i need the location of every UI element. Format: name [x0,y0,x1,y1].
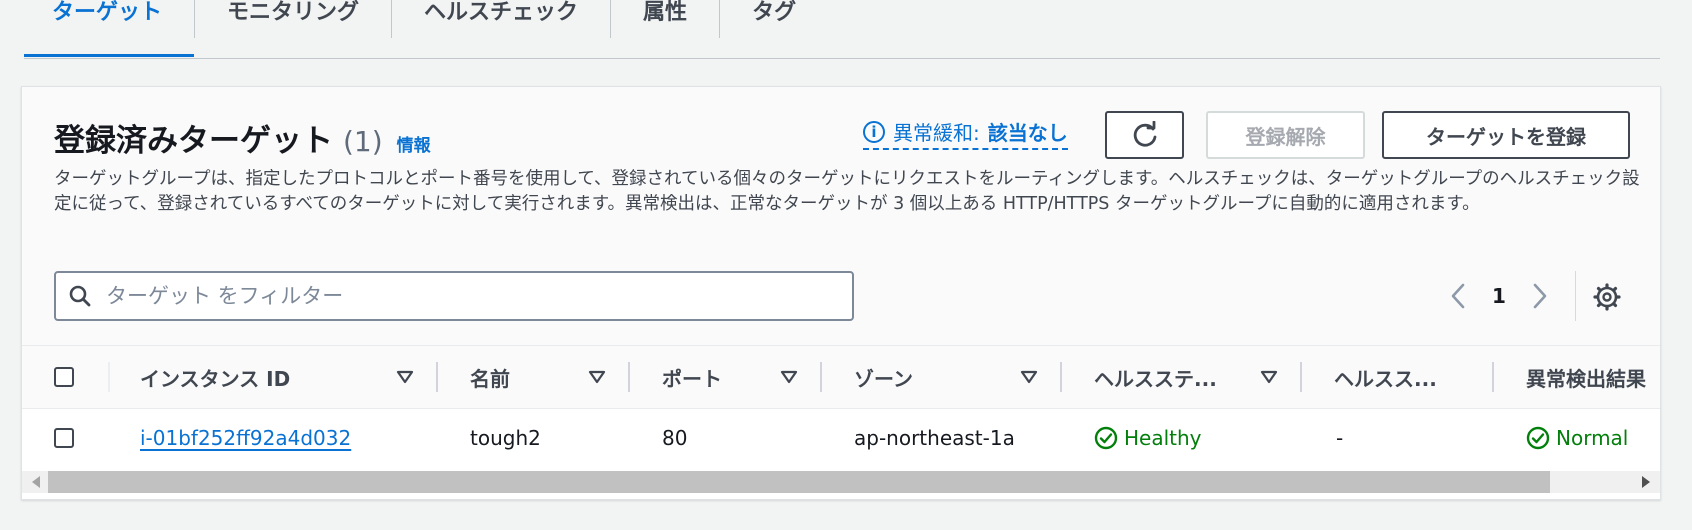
scroll-left-arrow-icon[interactable] [32,476,40,488]
health-status-text: Healthy [1124,426,1202,450]
refresh-icon [1133,121,1156,147]
tab-attributes[interactable]: 属性 [611,0,719,56]
target-count: (1) [343,125,383,158]
anomaly-result-cell: Normal [1526,409,1628,467]
column-divider[interactable] [820,362,822,392]
refresh-button[interactable] [1105,111,1184,159]
column-header-instance-id[interactable]: インスタンス ID [140,346,290,408]
health-status: Healthy [1094,426,1202,450]
sort-caret-icon[interactable] [588,368,606,386]
targets-table: インスタンス ID 名前 ポート ゾーン ヘルスステ... ヘルスス... 異常… [22,345,1660,467]
table-preferences-button[interactable] [1592,282,1622,312]
zone-cell: ap-northeast-1a [854,426,1015,450]
sort-caret-icon[interactable] [1020,368,1038,386]
panel-header: 登録済みターゲット (1) 情報 [54,115,431,160]
pagination: 1 [1442,271,1556,321]
register-targets-button[interactable]: ターゲットを登録 [1382,111,1630,159]
horizontal-scrollbar[interactable] [22,465,1660,499]
select-all-cell [54,346,74,408]
table-row[interactable]: i-01bf252ff92a4d032 tough2 80 ap-northea… [22,409,1660,467]
anomaly-result-text: Normal [1556,426,1629,450]
info-icon: i [863,120,885,143]
instance-id-link[interactable]: i-01bf252ff92a4d032 [140,426,351,450]
column-header-anomaly-result[interactable]: 異常検出結果 [1526,346,1646,408]
tab-targets[interactable]: ターゲット [24,0,195,57]
row-checkbox[interactable] [54,428,74,448]
panel-description: ターゲットグループは、指定したプロトコルとポート番号を使用して、登録されている個… [54,169,1640,214]
column-divider[interactable] [436,362,438,392]
instance-id-cell: i-01bf252ff92a4d032 [140,409,351,467]
column-divider[interactable] [1492,362,1494,392]
tab-health-checks[interactable]: ヘルスチェック [392,0,610,56]
table-header: インスタンス ID 名前 ポート ゾーン ヘルスステ... ヘルスス... 異常… [22,345,1660,409]
sort-caret-icon[interactable] [396,368,414,386]
chevron-left-icon [1451,283,1465,309]
current-page[interactable]: 1 [1474,284,1524,308]
port-cell: 80 [662,426,688,450]
next-page-button[interactable] [1524,283,1556,309]
previous-page-button[interactable] [1442,283,1474,309]
row-select-cell [54,409,74,467]
panel-title: 登録済みターゲット [54,123,333,159]
search-icon [69,285,91,307]
sort-caret-icon[interactable] [780,368,798,386]
target-group-page: ターゲット モニタリング ヘルスチェック 属性 タグ 登録済みターゲット (1)… [0,0,1692,530]
tab-bar: ターゲット モニタリング ヘルスチェック 属性 タグ [24,0,1660,59]
sort-caret-icon[interactable] [1260,368,1278,386]
health-details-cell: - [1336,426,1344,450]
column-divider [108,362,110,392]
column-header-health-details[interactable]: ヘルスス... [1334,346,1437,408]
column-divider[interactable] [1300,362,1302,392]
anomaly-mitigation-link[interactable]: i 異常緩和: 該当なし [863,117,1068,150]
filter-input[interactable] [104,283,828,309]
check-circle-icon [1094,426,1118,450]
scrollbar-thumb[interactable] [48,471,1550,493]
name-cell: tough2 [470,426,541,450]
column-header-health-status[interactable]: ヘルスステ... [1094,346,1217,408]
health-status-cell: Healthy [1094,409,1202,467]
column-header-name[interactable]: 名前 [470,346,510,408]
anomaly-result: Normal [1526,426,1628,450]
gear-icon [1593,283,1621,311]
column-divider[interactable] [628,362,630,392]
registered-targets-panel: 登録済みターゲット (1) 情報 i 異常緩和: 該当なし 登録解除 ターゲット… [21,86,1661,500]
scroll-right-arrow-icon[interactable] [1642,476,1650,488]
pager-divider [1575,271,1576,321]
filter-search-box[interactable] [54,271,854,321]
column-header-port[interactable]: ポート [662,346,722,408]
check-circle-icon [1526,426,1550,450]
chevron-right-icon [1533,283,1547,309]
anomaly-mitigation-value: 該当なし [987,121,1068,145]
tab-monitoring[interactable]: モニタリング [195,0,391,56]
column-divider[interactable] [1060,362,1062,392]
info-link[interactable]: 情報 [397,131,431,156]
deregister-button[interactable]: 登録解除 [1206,111,1365,159]
select-all-checkbox[interactable] [54,367,74,387]
anomaly-mitigation-label: 異常緩和: [893,121,980,145]
tab-tags[interactable]: タグ [720,0,828,56]
column-header-zone[interactable]: ゾーン [854,346,913,408]
